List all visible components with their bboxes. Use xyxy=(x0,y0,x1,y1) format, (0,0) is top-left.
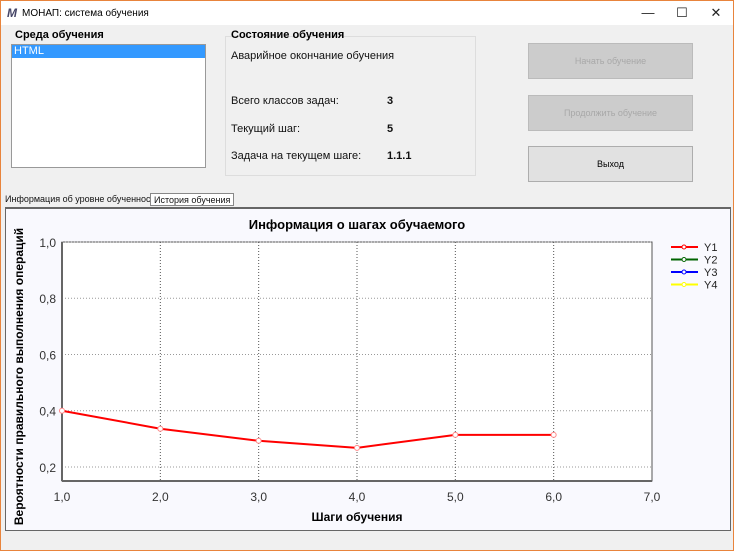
legend-label: Y3 xyxy=(704,267,717,279)
tab-training-history[interactable]: История обучения xyxy=(150,193,235,206)
data-point xyxy=(157,425,164,432)
list-item[interactable]: HTML xyxy=(12,45,205,58)
legend-marker xyxy=(681,282,687,287)
chart-title: Информация о шагах обучаемого xyxy=(249,217,466,232)
total-classes-value: 3 xyxy=(387,95,394,107)
y-tick-label: 0,6 xyxy=(39,348,56,362)
exit-button[interactable]: Выход xyxy=(528,146,693,182)
y-axis-title: Вероятности правильного выполнения опера… xyxy=(12,228,26,525)
env-listbox[interactable]: HTML xyxy=(11,44,206,168)
env-group-title: Среда обучения xyxy=(15,29,104,41)
current-task-value: 1.1.1 xyxy=(387,150,412,162)
x-tick-label: 6,0 xyxy=(545,490,562,504)
line-chart: 0,2 0,4 0,6 0,8 1,0 1,0 2,0 3,0 4,0 5,0 6,0 7,0 Инфо… xyxy=(12,217,717,525)
x-tick-label: 7,0 xyxy=(644,490,661,504)
x-tick-label: 3,0 xyxy=(250,490,267,504)
legend-marker xyxy=(681,244,687,250)
continue-training-button[interactable]: Продолжить обучение xyxy=(528,95,693,131)
legend-marker xyxy=(681,269,687,275)
tab-training-level[interactable]: Информация об уровне обученности xyxy=(2,193,163,206)
title-bar: M МОНАП: система обучения — ☐ ✕ xyxy=(1,1,733,25)
legend-marker xyxy=(681,257,687,262)
chart-panel: 0,2 0,4 0,6 0,8 1,0 1,0 2,0 3,0 4,0 5,0 6,0 7,0 Инфо… xyxy=(5,207,731,531)
data-point xyxy=(452,431,459,438)
x-tick-label: 4,0 xyxy=(349,490,366,504)
x-tick-label: 5,0 xyxy=(447,490,464,504)
total-classes-label: Всего классов задач: xyxy=(231,95,339,107)
x-axis-title: Шаги обучения xyxy=(312,510,403,524)
status-text: Аварийное окончание обучения xyxy=(231,50,395,62)
state-group-title: Состояние обучения xyxy=(231,29,345,41)
start-training-button[interactable]: Начать обучение xyxy=(528,43,693,79)
data-point xyxy=(354,444,360,451)
legend-label: Y4 xyxy=(704,280,717,292)
main-window: M МОНАП: система обучения — ☐ ✕ Среда об… xyxy=(1,1,733,550)
maximize-button[interactable]: ☐ xyxy=(665,3,699,23)
y-tick-label: 1,0 xyxy=(39,236,56,250)
legend-label: Y2 xyxy=(704,255,717,267)
current-step-label: Текущий шаг: xyxy=(231,123,301,135)
data-point xyxy=(255,437,262,444)
current-task-label: Задача на текущем шаге: xyxy=(231,150,362,162)
current-step-value: 5 xyxy=(387,123,394,135)
y-tick-label: 0,8 xyxy=(39,292,56,306)
app-logo-icon: M xyxy=(7,6,17,20)
data-point xyxy=(59,407,65,414)
window-title: МОНАП: система обучения xyxy=(22,7,149,19)
legend-label: Y1 xyxy=(704,242,717,254)
close-button[interactable]: ✕ xyxy=(699,3,733,23)
y-tick-label: 0,2 xyxy=(39,461,56,475)
y-tick-label: 0,4 xyxy=(39,405,56,419)
minimize-button[interactable]: — xyxy=(631,3,665,23)
x-tick-label: 2,0 xyxy=(152,490,169,504)
x-tick-label: 1,0 xyxy=(54,490,71,504)
data-point xyxy=(550,431,557,438)
